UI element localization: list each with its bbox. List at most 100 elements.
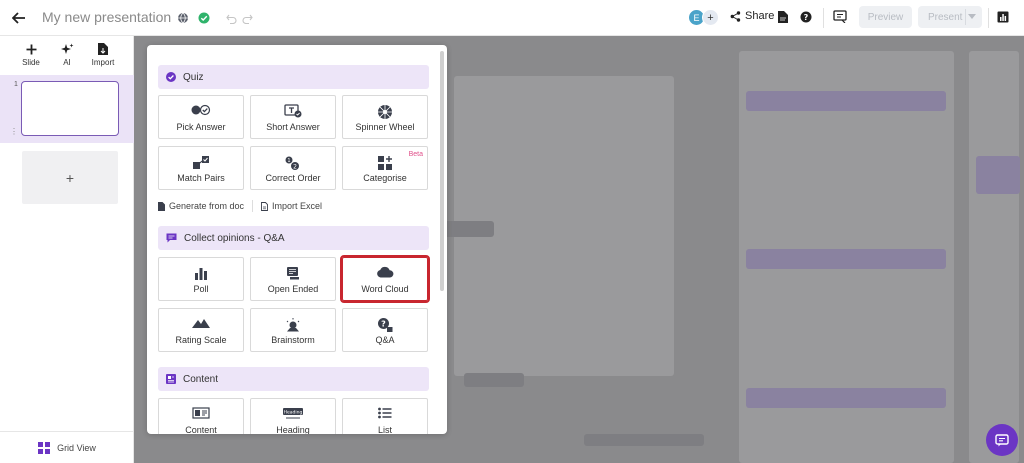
tile-open-ended[interactable]: Open Ended [250, 257, 336, 301]
ai-action[interactable]: AI [47, 42, 87, 67]
tile-list[interactable]: List [342, 398, 428, 434]
globe-icon[interactable] [177, 11, 189, 29]
mountain-icon [159, 317, 243, 329]
tile-poll[interactable]: Poll [158, 257, 244, 301]
add-collaborator-button[interactable]: + [702, 9, 719, 26]
top-bar: My new presentation E + Share ? Preview … [0, 0, 1024, 36]
chat-icon [995, 433, 1009, 446]
quiz-links: Generate from doc Import Excel [158, 200, 322, 212]
import-excel-link[interactable]: Import Excel [261, 201, 322, 211]
add-slide-action[interactable]: Slide [11, 42, 51, 67]
layout-icon [166, 374, 176, 384]
tile-spinner-wheel[interactable]: Spinner Wheel [342, 95, 428, 139]
tile-label: Rating Scale [175, 335, 227, 345]
share-button[interactable]: Share [730, 10, 774, 22]
svg-text:2: 2 [293, 164, 297, 171]
scrollbar[interactable] [440, 49, 445, 430]
undo-icon[interactable] [226, 11, 237, 29]
ghost-section [746, 91, 946, 111]
grid-icon [38, 441, 51, 454]
open-ended-icon [251, 266, 335, 280]
chat-icon [166, 233, 177, 243]
svg-text:?: ? [804, 13, 809, 22]
tile-label: Content [185, 425, 217, 434]
tile-brainstorm[interactable]: Brainstorm [250, 308, 336, 352]
slide-list-item[interactable]: 1 ⋮ [0, 75, 134, 143]
tile-word-cloud[interactable]: Word Cloud [340, 255, 430, 303]
tile-pick-answer[interactable]: Pick Answer [158, 95, 244, 139]
scrollbar-thumb[interactable] [440, 51, 444, 291]
ghost-rail [969, 51, 1019, 463]
support-chat-button[interactable] [986, 424, 1018, 456]
document-icon[interactable] [778, 10, 788, 28]
section-collect-opinions: Collect opinions - Q&A [158, 226, 429, 250]
document-icon [158, 201, 165, 211]
add-slide-button[interactable]: + [22, 151, 118, 204]
bar-chart-icon [159, 266, 243, 280]
grid-view-button[interactable]: Grid View [0, 431, 134, 463]
tile-label: Match Pairs [177, 173, 225, 183]
ghost-section [746, 249, 946, 269]
lightbulb-icon [251, 317, 335, 333]
section-title: Quiz [183, 71, 204, 83]
stats-icon[interactable] [997, 10, 1009, 28]
tile-label: Open Ended [267, 284, 319, 294]
action-label: Slide [22, 58, 40, 67]
action-label: Import [91, 58, 115, 67]
tile-label: Correct Order [265, 173, 321, 183]
share-label: Share [745, 10, 775, 22]
grid-view-label: Grid View [57, 442, 96, 453]
ghost-section [746, 388, 946, 408]
redo-icon[interactable] [242, 11, 253, 29]
action-label: AI [63, 58, 71, 67]
present-label: Present [928, 11, 963, 23]
tile-label: Short Answer [266, 122, 320, 132]
ghost-footer [584, 434, 704, 446]
saved-check-icon [198, 11, 210, 29]
tile-correct-order[interactable]: 21 Correct Order [250, 146, 336, 190]
slide-type-panel: Quiz Pick Answer Short Answer Spinner Wh… [147, 45, 447, 434]
link-divider [252, 200, 254, 212]
svg-text:1: 1 [287, 158, 290, 164]
preview-button[interactable]: Preview [859, 6, 912, 28]
short-answer-icon [251, 104, 335, 118]
ghost-rail-item [976, 156, 1020, 194]
tile-content[interactable]: Content [158, 398, 244, 434]
presentation-title[interactable]: My new presentation [42, 9, 171, 25]
tile-label: Heading [276, 425, 310, 434]
section-quiz: Quiz [158, 65, 429, 89]
slide-thumbnail[interactable] [21, 81, 119, 136]
tile-heading[interactable]: Heading Heading [250, 398, 336, 434]
tile-match-pairs[interactable]: Match Pairs [158, 146, 244, 190]
help-icon[interactable]: ? [800, 10, 812, 28]
file-import-icon [83, 42, 123, 56]
tile-label: List [377, 425, 392, 434]
sparkle-icon [47, 42, 87, 56]
match-pairs-icon [159, 155, 243, 171]
section-title: Content [183, 373, 219, 385]
import-action[interactable]: Import [83, 42, 123, 67]
slides-sidebar: Slide AI Import 1 ⋮ + Grid View [0, 36, 134, 463]
section-content: Content [158, 367, 429, 391]
generate-from-doc-link[interactable]: Generate from doc [158, 201, 244, 211]
toolbar-divider [988, 8, 989, 28]
tile-categorise[interactable]: Beta Categorise [342, 146, 428, 190]
chevron-down-icon[interactable] [968, 14, 976, 19]
back-arrow-icon[interactable] [10, 9, 28, 27]
tile-short-answer[interactable]: Short Answer [250, 95, 336, 139]
link-label: Import Excel [272, 201, 323, 211]
spreadsheet-icon [261, 201, 268, 211]
present-button[interactable]: Present [918, 6, 982, 28]
share-icon [730, 10, 741, 22]
plus-icon [11, 42, 51, 56]
tile-rating-scale[interactable]: Rating Scale [158, 308, 244, 352]
slide-number: 1 [14, 81, 18, 88]
tile-qa[interactable]: ? Q&A [342, 308, 428, 352]
tile-label: Q&A [375, 335, 395, 345]
drag-handle-icon[interactable]: ⋮ [10, 127, 18, 136]
sidebar-actions: Slide AI Import [0, 42, 134, 72]
correct-order-icon: 21 [251, 155, 335, 171]
feedback-icon[interactable] [833, 10, 847, 28]
link-label: Generate from doc [169, 201, 245, 211]
check-circle-icon [166, 72, 176, 82]
